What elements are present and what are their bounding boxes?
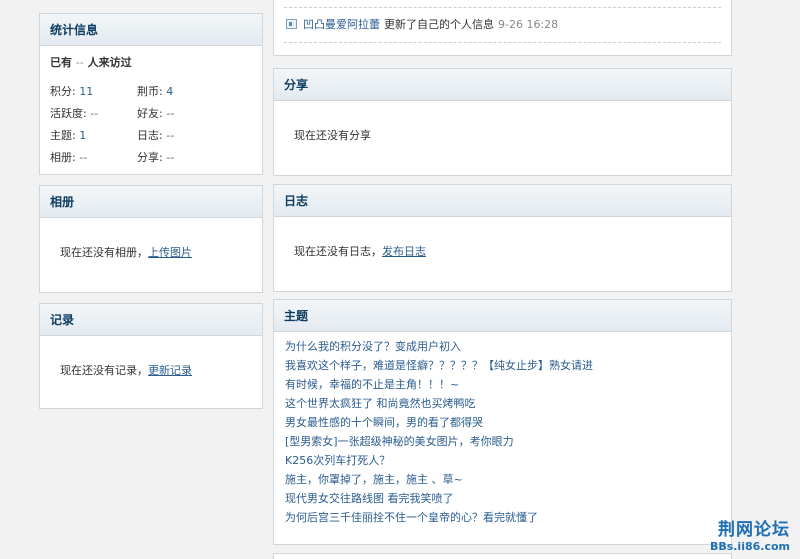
feed-item: 凹凸曼爱阿拉蕾 更新了自己的个人信息 9-26 16:28 (286, 16, 558, 32)
watermark-title: 荆网论坛 (718, 520, 790, 540)
stat-topics: 主题: 1 (50, 129, 87, 142)
diary-empty-message: 现在还没有日志，发布日志 (294, 245, 426, 258)
stat-shares: 分享: -- (137, 151, 175, 164)
topic-link[interactable]: [型男索女]一张超级神秘的美女图片，考你眼力 (285, 432, 593, 451)
album-empty-message: 现在还没有相册，上传图片 (60, 246, 192, 259)
album-title: 相册 (40, 186, 262, 218)
topic-link[interactable]: 为什么我的积分没了？变成用户初入 (285, 337, 593, 356)
profile-icon (286, 19, 297, 29)
upload-photo-link[interactable]: 上传图片 (148, 246, 192, 259)
share-empty-message: 现在还没有分享 (294, 129, 371, 142)
topic-link[interactable]: K256次列车打死人？ (285, 451, 593, 470)
feed-panel: 凹凸曼爱阿拉蕾 更新了自己的个人信息 9-26 16:28 (273, 0, 732, 56)
diary-panel: 日志 现在还没有日志，发布日志 (273, 184, 732, 292)
stat-activity: 活跃度: -- (50, 107, 99, 120)
stats-row: 主题: 1 日志: -- (50, 125, 250, 147)
topic-link[interactable]: 我喜欢这个样子，难道是怪癖？？？？？【纯女止步】熟女请进 (285, 356, 593, 375)
stats-panel: 统计信息 已有 -- 人来访过 积分: 11 荆币: 4 活跃度: -- 好友:… (39, 13, 263, 175)
share-panel: 分享 现在还没有分享 (273, 68, 732, 176)
publish-diary-link[interactable]: 发布日志 (382, 245, 426, 258)
feed-action-text: 更新了自己的个人信息 (384, 18, 494, 31)
topic-link[interactable]: 有时候，幸福的不止是主角！！！~ (285, 375, 593, 394)
stats-row: 积分: 11 荆币: 4 (50, 81, 250, 103)
stat-points: 积分: 11 (50, 85, 94, 98)
feed-user-link[interactable]: 凹凸曼爱阿拉蕾 (303, 16, 380, 32)
topic-link[interactable]: 施主，你罩掉了，施主，施主 、草~ (285, 470, 593, 489)
stat-albums: 相册: -- (50, 151, 88, 164)
share-title: 分享 (274, 69, 731, 101)
stat-coins: 荆币: 4 (137, 85, 174, 98)
log-title: 记录 (40, 304, 262, 336)
visitor-count: 已有 -- 人来访过 (50, 56, 132, 69)
log-empty-message: 现在还没有记录，更新记录 (60, 364, 192, 377)
next-panel-edge (273, 553, 732, 559)
stats-row: 相册: -- 分享: -- (50, 147, 250, 169)
stats-row: 活跃度: -- 好友: -- (50, 103, 250, 125)
feed-time: 9-26 16:28 (498, 17, 559, 31)
divider (284, 42, 721, 43)
site-watermark: 荆网论坛 BBs.ii86.com (710, 520, 790, 554)
topic-link[interactable]: 现代男女交往路线图 看完我笑喷了 (285, 489, 593, 508)
topics-panel: 主题 为什么我的积分没了？变成用户初入 我喜欢这个样子，难道是怪癖？？？？？【纯… (273, 299, 732, 545)
album-panel: 相册 现在还没有相册，上传图片 (39, 185, 263, 293)
topic-link[interactable]: 为何后宫三千佳丽拴不住一个皇帝的心？看完就懂了 (285, 508, 593, 527)
log-panel: 记录 现在还没有记录，更新记录 (39, 303, 263, 409)
diary-title: 日志 (274, 185, 731, 217)
stats-title: 统计信息 (40, 14, 262, 46)
topics-title: 主题 (274, 300, 731, 332)
stats-grid: 积分: 11 荆币: 4 活跃度: -- 好友: -- 主题: 1 日志: --… (50, 81, 250, 169)
topic-list: 为什么我的积分没了？变成用户初入 我喜欢这个样子，难道是怪癖？？？？？【纯女止步… (285, 337, 593, 527)
stat-friends: 好友: -- (137, 107, 175, 120)
topic-link[interactable]: 这个世界太疯狂了 和尚竟然也买烤鸭吃 (285, 394, 593, 413)
stat-diaries: 日志: -- (137, 129, 175, 142)
update-log-link[interactable]: 更新记录 (148, 364, 192, 377)
divider (284, 7, 721, 8)
watermark-url: BBs.ii86.com (709, 540, 790, 553)
topic-link[interactable]: 男女最性感的十个瞬间，男的看了都得哭 (285, 413, 593, 432)
